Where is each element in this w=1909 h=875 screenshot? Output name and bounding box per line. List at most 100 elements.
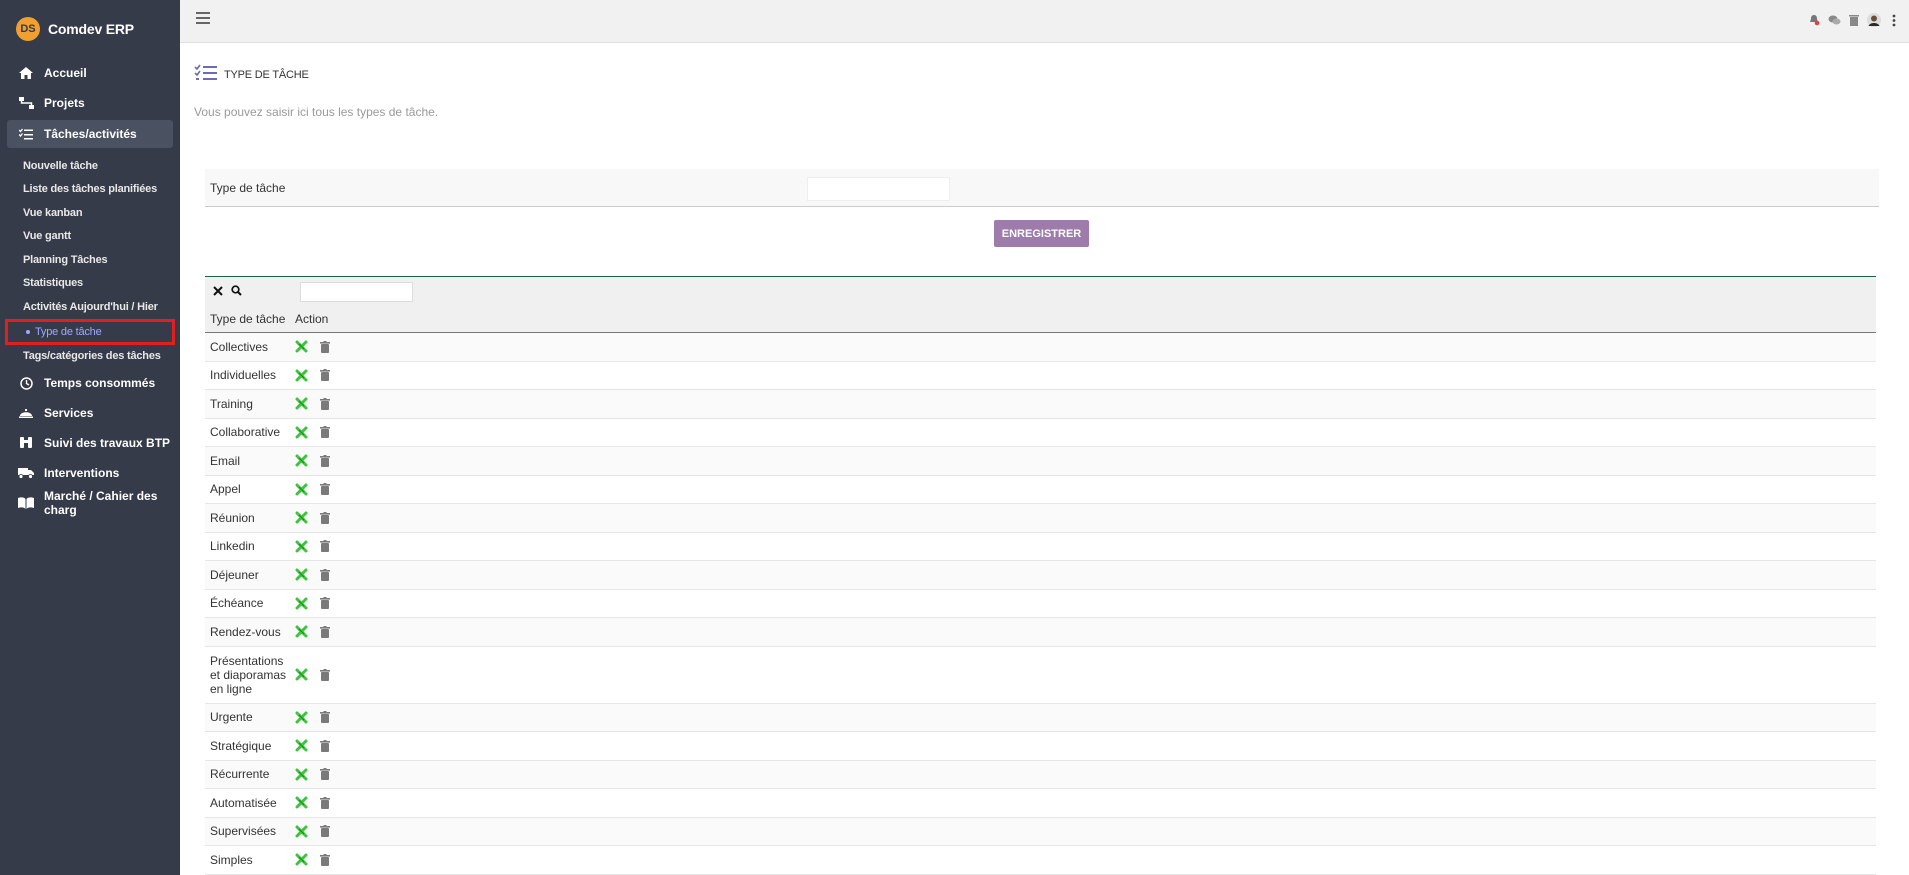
row-actions	[295, 597, 331, 610]
sidebar-item-projets[interactable]: Projets	[0, 88, 180, 118]
trash-icon[interactable]	[320, 454, 331, 467]
edit-icon[interactable]	[295, 597, 308, 610]
table-row: Collaborative	[205, 418, 1876, 447]
edit-icon[interactable]	[295, 483, 308, 496]
edit-icon[interactable]	[295, 711, 308, 724]
search-icon[interactable]	[231, 284, 242, 299]
sidebar-item-accueil[interactable]: Accueil	[0, 58, 180, 88]
hamburger-menu-icon[interactable]	[196, 12, 210, 24]
submenu-item[interactable]: Liste des tâches planifiées	[0, 178, 180, 202]
brand-name: Comdev ERP	[48, 21, 134, 37]
sidebar-item-label: Temps consommés	[44, 376, 156, 390]
clock-icon	[18, 376, 34, 390]
submenu-item[interactable]: Type de tâche	[5, 318, 175, 345]
filter-input[interactable]	[300, 282, 413, 302]
sidebar-item-suivi-des-travaux-btp[interactable]: Suivi des travaux BTP	[0, 428, 180, 458]
edit-icon[interactable]	[295, 768, 308, 781]
edit-icon[interactable]	[295, 454, 308, 467]
trash-icon[interactable]	[320, 668, 331, 681]
more-icon[interactable]	[1887, 13, 1901, 27]
trash-icon[interactable]	[320, 796, 331, 809]
sidebar-item-marche-cahier-des-charg[interactable]: Marché / Cahier des charg	[0, 488, 180, 518]
truck-icon	[18, 466, 34, 480]
sidebar-item-interventions[interactable]: Interventions	[0, 458, 180, 488]
submenu-item-label: Vue kanban	[23, 206, 83, 219]
submenu-item[interactable]: Vue kanban	[0, 201, 180, 225]
row-actions	[295, 796, 331, 809]
edit-icon[interactable]	[295, 369, 308, 382]
task-type-name: Collectives	[210, 339, 269, 354]
row-actions	[295, 511, 331, 524]
row-actions	[295, 711, 331, 724]
edit-icon[interactable]	[295, 625, 308, 638]
sidebar-item-label: Suivi des travaux BTP	[44, 436, 171, 450]
trash-icon[interactable]	[320, 369, 331, 382]
edit-icon[interactable]	[295, 853, 308, 866]
task-type-name: Training	[210, 396, 253, 411]
book-icon	[18, 496, 34, 510]
task-type-name: Échéance	[210, 596, 264, 611]
brand[interactable]: DS Comdev ERP	[0, 0, 180, 58]
table-row: Récurrente	[205, 760, 1876, 789]
task-type-label: Type de tâche	[210, 180, 286, 195]
save-button[interactable]: ENREGISTRER	[994, 220, 1089, 247]
edit-icon[interactable]	[295, 796, 308, 809]
services-icon	[18, 406, 34, 420]
edit-icon[interactable]	[295, 739, 308, 752]
edit-icon[interactable]	[295, 397, 308, 410]
edit-icon[interactable]	[295, 426, 308, 439]
edit-icon[interactable]	[295, 668, 308, 681]
bell-icon[interactable]	[1807, 13, 1821, 27]
row-actions	[295, 483, 331, 496]
trash-icon[interactable]	[320, 340, 331, 353]
submenu-item[interactable]: Planning Tâches	[0, 248, 180, 272]
trash-icon[interactable]	[320, 768, 331, 781]
chat-icon[interactable]	[1827, 13, 1841, 27]
sidebar-item-services[interactable]: Services	[0, 398, 180, 428]
submenu-item[interactable]: Activités Aujourd'hui / Hier	[0, 295, 180, 319]
trash-icon[interactable]	[320, 397, 331, 410]
table-row: Échéance	[205, 589, 1876, 618]
task-type-name: Récurrente	[210, 767, 270, 782]
edit-icon[interactable]	[295, 511, 308, 524]
task-type-name: Collaborative	[210, 425, 281, 440]
trash-icon[interactable]	[320, 426, 331, 439]
submenu-item[interactable]: Tags/catégories des tâches	[0, 345, 180, 369]
trash-icon[interactable]	[320, 511, 331, 524]
table-row: Training	[205, 390, 1876, 419]
trash-icon[interactable]	[320, 625, 331, 638]
trash-icon[interactable]	[320, 568, 331, 581]
task-type-input[interactable]	[807, 177, 950, 201]
table-row: Stratégique	[205, 732, 1876, 761]
row-actions	[295, 540, 331, 553]
avatar-icon[interactable]	[1867, 13, 1881, 27]
edit-icon[interactable]	[295, 540, 308, 553]
edit-icon[interactable]	[295, 340, 308, 353]
trash-icon[interactable]	[1847, 13, 1861, 27]
edit-icon[interactable]	[295, 825, 308, 838]
trash-icon[interactable]	[320, 483, 331, 496]
home-icon	[18, 66, 34, 80]
row-actions	[295, 668, 331, 681]
submenu-item[interactable]: Nouvelle tâche	[0, 154, 180, 178]
submenu-item-label: Type de tâche	[35, 325, 102, 338]
trash-icon[interactable]	[320, 825, 331, 838]
table-row: Déjeuner	[205, 561, 1876, 590]
trash-icon[interactable]	[320, 540, 331, 553]
trash-icon[interactable]	[320, 739, 331, 752]
task-type-form: Type de tâche	[205, 169, 1879, 207]
trash-icon[interactable]	[320, 853, 331, 866]
edit-icon[interactable]	[295, 568, 308, 581]
sidebar-item-label: Tâches/activités	[44, 127, 137, 141]
row-actions	[295, 568, 331, 581]
sidebar-item-temps-consommes[interactable]: Temps consommés	[0, 368, 180, 398]
trash-icon[interactable]	[320, 597, 331, 610]
clear-filter-icon[interactable]	[213, 284, 223, 299]
sidebar-item-taches-activites[interactable]: Tâches/activités	[7, 120, 173, 148]
submenu-item-label: Vue gantt	[23, 230, 71, 243]
submenu-item[interactable]: Vue gantt	[0, 225, 180, 249]
header-type[interactable]: Type de tâche	[205, 312, 295, 326]
row-actions	[295, 369, 331, 382]
trash-icon[interactable]	[320, 711, 331, 724]
submenu-item[interactable]: Statistiques	[0, 272, 180, 296]
